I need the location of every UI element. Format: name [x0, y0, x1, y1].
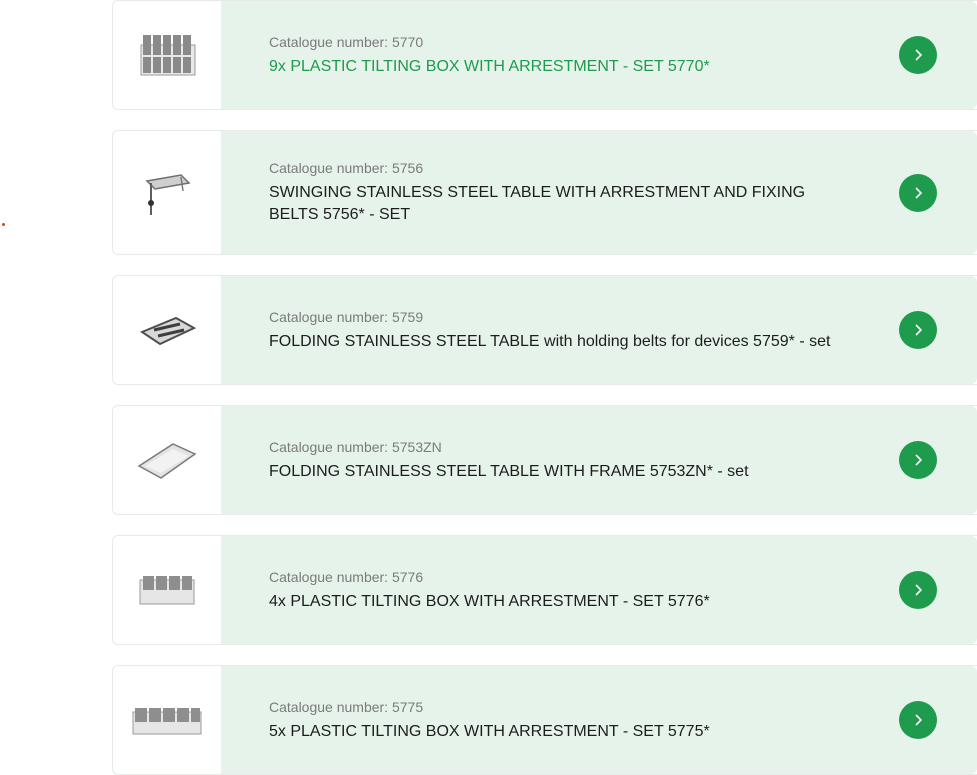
open-product-button[interactable]	[899, 441, 937, 479]
product-title-link[interactable]: SWINGING STAINLESS STEEL TABLE WITH ARRE…	[269, 182, 839, 226]
chevron-right-icon	[915, 186, 923, 199]
chevron-right-icon	[915, 584, 923, 596]
product-info[interactable]: Catalogue number: 5756 SWINGING STAINLES…	[221, 131, 977, 254]
chevron-right-icon	[915, 324, 923, 336]
open-product-button[interactable]	[899, 311, 937, 349]
product-card[interactable]: Catalogue number: 5753ZN FOLDING STAINLE…	[112, 405, 977, 515]
chevron-right-icon	[915, 454, 923, 466]
plastic-box-set-icon	[132, 708, 202, 735]
open-product-button[interactable]	[899, 173, 937, 212]
product-info[interactable]: Catalogue number: 5775 5x PLASTIC TILTIN…	[221, 666, 977, 774]
product-title-link[interactable]: 5x PLASTIC TILTING BOX WITH ARRESTMENT -…	[269, 721, 839, 743]
product-thumbnail[interactable]	[113, 276, 221, 384]
stray-dot	[2, 223, 5, 226]
product-thumbnail[interactable]	[113, 1, 221, 109]
product-title-link[interactable]: FOLDING STAINLESS STEEL TABLE WITH FRAME…	[269, 461, 839, 483]
product-info[interactable]: Catalogue number: 5759 FOLDING STAINLESS…	[221, 276, 977, 384]
product-card[interactable]: Catalogue number: 5776 4x PLASTIC TILTIN…	[112, 535, 977, 645]
product-info[interactable]: Catalogue number: 5753ZN FOLDING STAINLE…	[221, 406, 977, 514]
chevron-right-icon	[915, 49, 923, 61]
product-title-link[interactable]: 4x PLASTIC TILTING BOX WITH ARRESTMENT -…	[269, 591, 839, 613]
product-thumbnail[interactable]	[113, 536, 221, 644]
catalogue-number: Catalogue number: 5759	[269, 308, 424, 325]
catalogue-number: Catalogue number: 5775	[269, 698, 424, 715]
plastic-box-set-icon	[139, 576, 195, 605]
swinging-table-icon	[145, 173, 191, 215]
product-info[interactable]: Catalogue number: 5776 4x PLASTIC TILTIN…	[221, 536, 977, 644]
open-product-button[interactable]	[899, 701, 937, 739]
product-title-link[interactable]: FOLDING STAINLESS STEEL TABLE with holdi…	[269, 331, 839, 353]
product-thumbnail[interactable]	[113, 666, 221, 774]
folding-table-belts-icon	[139, 316, 197, 346]
catalogue-number: Catalogue number: 5756	[269, 160, 424, 176]
product-info[interactable]: Catalogue number: 5770 9x PLASTIC TILTIN…	[221, 1, 977, 109]
open-product-button[interactable]	[899, 571, 937, 609]
product-title-link[interactable]: 9x PLASTIC TILTING BOX WITH ARRESTMENT -…	[269, 56, 839, 78]
open-product-button[interactable]	[899, 36, 937, 74]
product-thumbnail[interactable]	[113, 406, 221, 514]
catalogue-number: Catalogue number: 5753ZN	[269, 438, 442, 455]
product-card[interactable]: Catalogue number: 5775 5x PLASTIC TILTIN…	[112, 665, 977, 775]
product-card[interactable]: Catalogue number: 5756 SWINGING STAINLES…	[112, 130, 977, 255]
folding-table-frame-icon	[137, 443, 197, 479]
product-card[interactable]: Catalogue number: 5759 FOLDING STAINLESS…	[112, 275, 977, 385]
chevron-right-icon	[915, 714, 923, 726]
product-thumbnail[interactable]	[113, 131, 221, 254]
catalogue-number: Catalogue number: 5770	[269, 33, 424, 50]
catalogue-number: Catalogue number: 5776	[269, 568, 424, 585]
product-card[interactable]: Catalogue number: 5770 9x PLASTIC TILTIN…	[112, 0, 977, 110]
plastic-box-set-icon	[140, 35, 196, 76]
